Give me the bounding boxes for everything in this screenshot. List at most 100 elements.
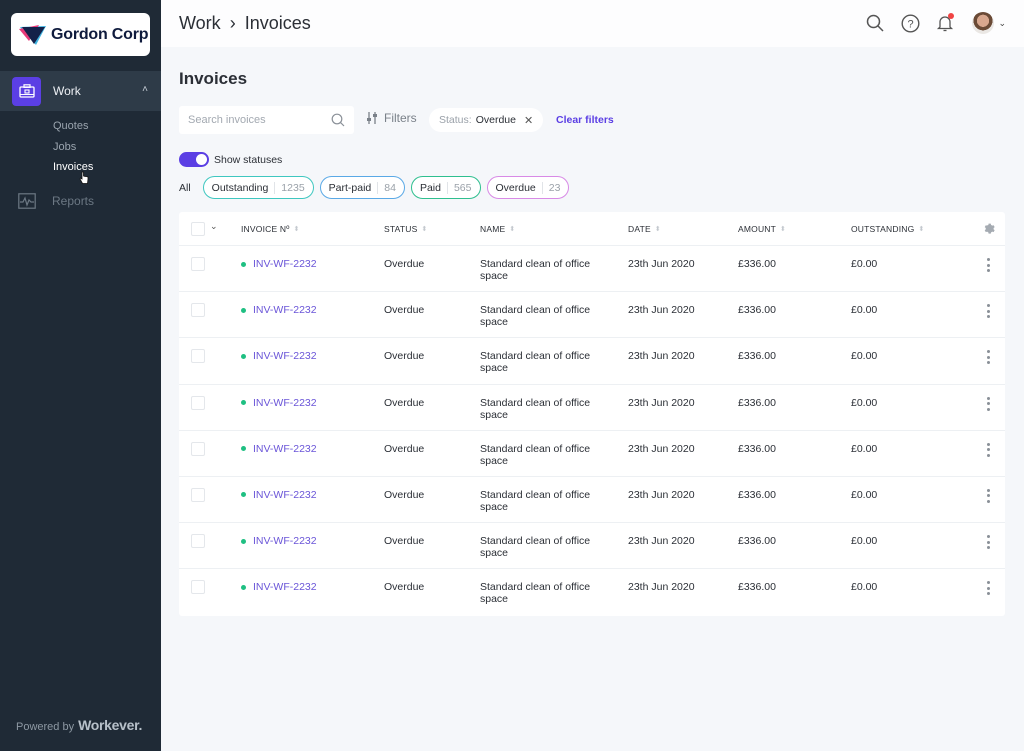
row-checkbox[interactable] — [191, 441, 205, 456]
invoice-status: Overdue — [384, 535, 425, 548]
invoice-number: INV-WF-2232 — [253, 488, 317, 501]
pill-outstanding[interactable]: Outstanding 1235 — [202, 176, 314, 199]
invoice-status: Overdue — [384, 350, 425, 363]
invoice-name-line: Standard clean of office — [480, 581, 591, 594]
sidebar-item-quotes[interactable]: Quotes — [53, 119, 93, 140]
gear-icon[interactable] — [982, 222, 995, 235]
row-checkbox[interactable] — [191, 534, 205, 549]
invoice-outstanding: £0.00 — [851, 258, 878, 270]
invoice-status: Overdue — [384, 581, 425, 594]
more-options-icon[interactable] — [986, 442, 990, 457]
sliders-icon — [367, 112, 377, 124]
search-input[interactable] — [188, 114, 328, 126]
brand-logo-icon — [19, 24, 46, 45]
close-icon[interactable]: ✕ — [524, 114, 533, 127]
pill-divider — [377, 181, 379, 194]
pill-part-paid[interactable]: Part-paid 84 — [319, 176, 405, 199]
table-row[interactable]: INV-WF-2232 Overdue Standard clean of of… — [179, 431, 1005, 477]
show-statuses-toggle[interactable] — [179, 152, 209, 167]
pill-name: Paid — [419, 181, 441, 194]
search-icon[interactable] — [331, 113, 345, 127]
breadcrumb-separator: › — [229, 13, 236, 33]
row-checkbox[interactable] — [191, 303, 205, 318]
pill-overdue[interactable]: Overdue 23 — [486, 176, 570, 199]
invoice-name-line: space — [480, 362, 509, 375]
invoice-link[interactable]: INV-WF-2232 — [241, 489, 317, 501]
active-filter-chip[interactable]: Status: Overdue ✕ — [429, 108, 544, 132]
invoice-link[interactable]: INV-WF-2232 — [241, 535, 317, 547]
more-options-icon[interactable] — [986, 488, 990, 503]
invoice-name-line: Standard clean of office — [480, 442, 591, 455]
brand-logo[interactable]: Gordon Corp — [11, 13, 150, 56]
row-checkbox[interactable] — [191, 395, 205, 410]
svg-text:?: ? — [907, 18, 913, 30]
more-options-icon[interactable] — [986, 350, 990, 365]
more-options-icon[interactable] — [986, 581, 990, 596]
pill-name: Outstanding — [211, 181, 269, 194]
row-checkbox[interactable] — [191, 487, 205, 502]
invoice-outstanding: £0.00 — [851, 488, 878, 501]
table-body: INV-WF-2232 Overdue Standard clean of of… — [179, 246, 1005, 616]
row-checkbox[interactable] — [191, 257, 205, 271]
column-status[interactable]: STATUS ⬍ — [384, 224, 428, 234]
invoice-date: 23th Jun 2020 — [628, 442, 695, 455]
column-label: AMOUNT — [738, 224, 777, 234]
invoice-name: Standard clean of office space — [480, 397, 590, 421]
sidebar-item-jobs[interactable]: Jobs — [53, 140, 93, 161]
chevron-down-icon[interactable]: ⌄ — [998, 18, 1006, 29]
column-date[interactable]: DATE ⬍ — [628, 224, 661, 234]
column-label: STATUS — [384, 224, 418, 234]
sidebar-item-work[interactable]: Work ˄ — [0, 71, 161, 111]
invoice-link[interactable]: INV-WF-2232 — [241, 443, 317, 455]
table-row[interactable]: INV-WF-2232 Overdue Standard clean of of… — [179, 523, 1005, 570]
more-options-icon[interactable] — [986, 258, 990, 272]
invoice-link[interactable]: INV-WF-2232 — [241, 350, 317, 362]
table-row[interactable]: INV-WF-2232 Overdue Standard clean of of… — [179, 338, 1005, 385]
pill-paid[interactable]: Paid 565 — [410, 176, 481, 199]
invoice-link[interactable]: INV-WF-2232 — [241, 258, 317, 270]
invoice-link[interactable]: INV-WF-2232 — [241, 397, 317, 409]
invoice-name-line: space — [480, 408, 509, 421]
invoice-outstanding: £0.00 — [851, 442, 878, 455]
table-row[interactable]: INV-WF-2232 Overdue Standard clean of of… — [179, 477, 1005, 524]
column-amount[interactable]: AMOUNT ⬍ — [738, 224, 786, 234]
pill-all[interactable]: All — [179, 182, 191, 194]
help-icon[interactable]: ? — [897, 10, 923, 36]
select-all-checkbox[interactable] — [191, 222, 205, 236]
invoice-number: INV-WF-2232 — [253, 258, 317, 270]
column-invoice-no[interactable]: INVOICE Nº ⬍ — [241, 224, 300, 234]
table-row[interactable]: INV-WF-2232 Overdue Standard clean of of… — [179, 385, 1005, 431]
column-name[interactable]: NAME ⬍ — [480, 224, 515, 234]
row-checkbox[interactable] — [191, 349, 205, 364]
more-options-icon[interactable] — [986, 396, 990, 411]
clear-filters-link[interactable]: Clear filters — [556, 114, 614, 126]
powered-by: Powered by Workever. — [16, 717, 142, 733]
breadcrumb-work[interactable]: Work — [179, 13, 221, 33]
status-pills: All Outstanding 1235 Part-paid 84 Paid 565 … — [179, 176, 575, 199]
invoice-link[interactable]: INV-WF-2232 — [241, 304, 317, 316]
powered-by-brand[interactable]: Workever. — [78, 717, 142, 733]
column-label: NAME — [480, 224, 506, 234]
search-icon[interactable] — [862, 10, 888, 36]
table-row[interactable]: INV-WF-2232 Overdue Standard clean of of… — [179, 292, 1005, 339]
filters-button[interactable]: Filters — [366, 111, 417, 125]
invoice-link[interactable]: INV-WF-2232 — [241, 581, 317, 593]
invoice-name-line: space — [480, 270, 509, 282]
bell-icon[interactable] — [932, 10, 958, 36]
invoice-name-line: Standard clean of office — [480, 350, 591, 363]
chevron-up-icon[interactable]: ˄ — [142, 84, 148, 95]
sidebar-item-reports[interactable]: Reports — [18, 193, 94, 209]
chevron-down-icon[interactable]: ⌄ — [210, 221, 218, 232]
more-options-icon[interactable] — [986, 304, 990, 319]
invoice-number: INV-WF-2232 — [253, 304, 317, 317]
table-row[interactable]: INV-WF-2232 Overdue Standard clean of of… — [179, 569, 1005, 615]
column-outstanding[interactable]: OUTSTANDING ⬍ — [851, 224, 925, 234]
breadcrumb: Work › Invoices — [179, 13, 315, 34]
more-options-icon[interactable] — [986, 535, 990, 550]
pill-count: 565 — [453, 181, 472, 194]
table-row[interactable]: INV-WF-2232 Overdue Standard clean of of… — [179, 246, 1005, 293]
avatar[interactable] — [972, 12, 995, 34]
filter-value: Overdue — [475, 114, 516, 126]
row-checkbox[interactable] — [191, 580, 205, 595]
status-dot — [241, 400, 246, 406]
